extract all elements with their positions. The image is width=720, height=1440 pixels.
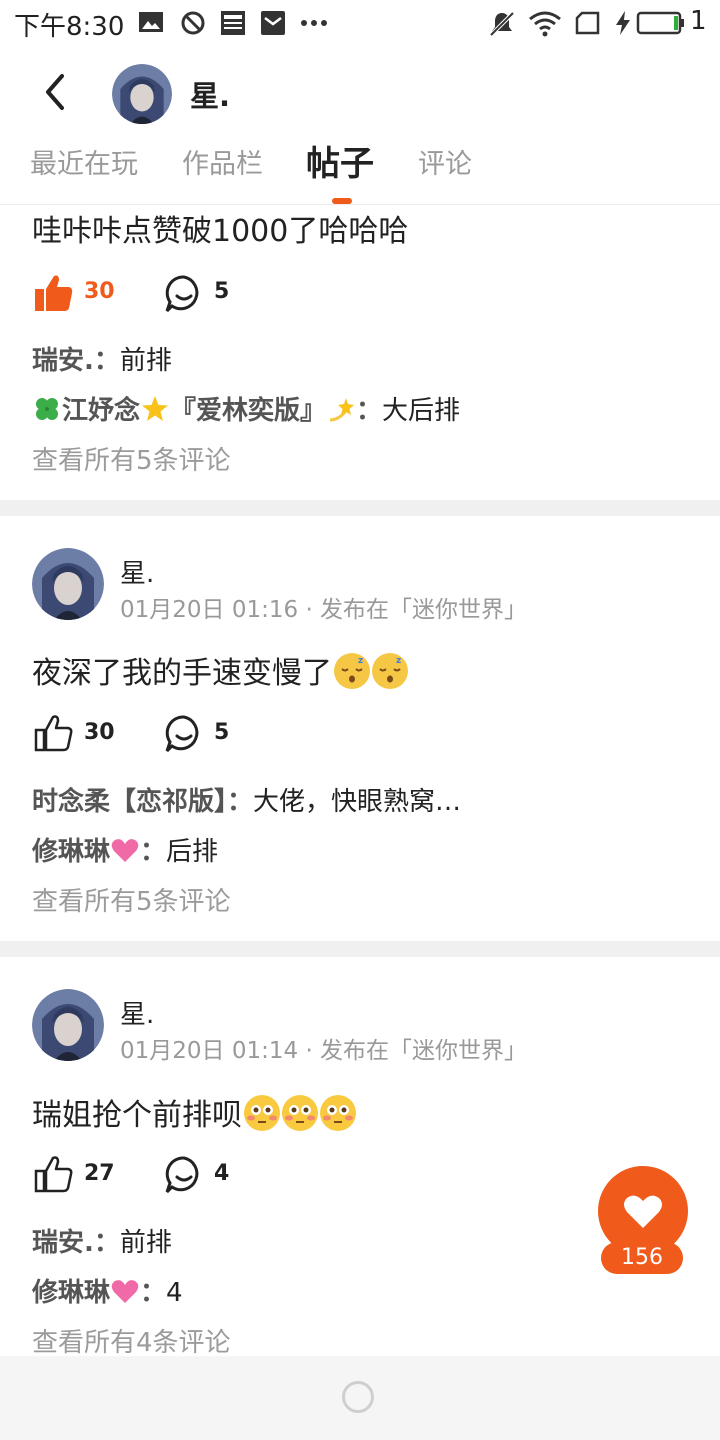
tab-bar: 最近在玩 作品栏 帖子 评论 bbox=[0, 136, 720, 205]
comment-separator: ： bbox=[140, 1278, 167, 1308]
post-meta: 01月20日 01:14 · 发布在「迷你世界」 bbox=[120, 1038, 528, 1064]
comment-item[interactable]: 修琳琳 ：后排 bbox=[32, 831, 218, 868]
avatar[interactable] bbox=[112, 64, 172, 124]
image-icon bbox=[139, 12, 163, 32]
comment-author: 江妤念 bbox=[62, 396, 141, 426]
star-icon bbox=[142, 396, 169, 421]
comment-text: 4 bbox=[166, 1278, 183, 1308]
comment-item[interactable]: 瑞安.：前排 bbox=[32, 1222, 172, 1259]
comment-separator: ： bbox=[140, 837, 167, 867]
flushed-face-icon bbox=[282, 1095, 318, 1131]
comment-author: 修琳琳 bbox=[32, 1278, 111, 1308]
view-all-comments[interactable]: 查看所有4条评论 bbox=[32, 1322, 231, 1359]
comment-separator: ： bbox=[93, 1228, 120, 1258]
comment-author-suffix: 『爱林奕版』 bbox=[170, 396, 327, 426]
comment-separator: ： bbox=[93, 346, 120, 376]
home-button[interactable] bbox=[342, 1381, 374, 1413]
tab-posts[interactable]: 帖子 bbox=[306, 136, 374, 185]
comment-text: 大佬，快眼熟窝… bbox=[253, 787, 462, 817]
active-tab-indicator bbox=[332, 198, 352, 204]
comment-icon[interactable] bbox=[164, 1155, 204, 1195]
avatar[interactable] bbox=[32, 548, 104, 620]
section-divider bbox=[0, 500, 720, 516]
status-time: 下午8:30 bbox=[14, 12, 125, 42]
sparkling-heart-icon bbox=[111, 839, 139, 862]
post-meta: 01月20日 01:16 · 发布在「迷你世界」 bbox=[120, 597, 528, 623]
comment-count: 5 bbox=[214, 720, 230, 745]
flushed-face-icon bbox=[320, 1095, 356, 1131]
sleeping-face-icon: z bbox=[372, 653, 408, 689]
comment-author: 修琳琳 bbox=[32, 837, 111, 867]
wifi-icon bbox=[529, 11, 561, 37]
avatar[interactable] bbox=[32, 989, 104, 1061]
post-username[interactable]: 星. bbox=[120, 553, 154, 590]
comment-count: 4 bbox=[214, 1161, 230, 1186]
sparkling-heart-icon bbox=[111, 1280, 139, 1303]
view-all-comments[interactable]: 查看所有5条评论 bbox=[32, 440, 231, 477]
comment-separator: ： bbox=[356, 396, 383, 426]
sleeping-face-icon: z bbox=[334, 653, 370, 689]
comment-item[interactable]: 时念柔【恋祁版】：大佬，快眼熟窝… bbox=[32, 781, 461, 818]
like-icon[interactable] bbox=[34, 714, 74, 752]
sim-icon bbox=[575, 11, 600, 35]
svg-text:z: z bbox=[358, 656, 363, 666]
mail-icon bbox=[261, 11, 285, 35]
charging-icon bbox=[616, 11, 630, 35]
block-icon bbox=[181, 11, 205, 35]
clover-icon bbox=[36, 398, 58, 420]
more-icon bbox=[301, 20, 327, 26]
post-text-content: 瑞姐抢个前排呗 bbox=[32, 1098, 242, 1133]
comment-text: 前排 bbox=[119, 1228, 172, 1258]
mute-icon bbox=[489, 11, 515, 37]
header-username: 星. bbox=[190, 79, 231, 113]
comment-separator: ： bbox=[227, 787, 254, 817]
comment-text: 大后排 bbox=[382, 396, 461, 426]
tab-comments[interactable]: 评论 bbox=[418, 142, 472, 181]
battery-icon bbox=[636, 11, 684, 35]
comment-icon[interactable] bbox=[164, 714, 204, 754]
tab-recent-play[interactable]: 最近在玩 bbox=[30, 142, 138, 181]
post-username[interactable]: 星. bbox=[120, 994, 154, 1031]
tab-works[interactable]: 作品栏 bbox=[182, 142, 263, 181]
view-all-comments[interactable]: 查看所有5条评论 bbox=[32, 881, 231, 918]
comment-author: 瑞安. bbox=[32, 1228, 94, 1258]
post-text-content: 夜深了我的手速变慢了 bbox=[32, 656, 332, 691]
post-text: 瑞姐抢个前排呗 bbox=[32, 1090, 356, 1134]
like-count: 30 bbox=[84, 279, 115, 304]
comment-item[interactable]: 江妤念 『爱林奕版』 ：大后排 bbox=[32, 390, 460, 427]
dizzy-star-icon bbox=[329, 398, 355, 422]
comment-text: 后排 bbox=[166, 837, 219, 867]
post-text: 哇咔咔点赞破1000了哈哈哈 bbox=[32, 214, 409, 249]
comment-author: 时念柔【恋祁版】 bbox=[32, 787, 228, 817]
section-divider bbox=[0, 941, 720, 957]
comment-icon[interactable] bbox=[164, 274, 204, 314]
like-total-badge: 156 bbox=[601, 1242, 683, 1274]
news-icon bbox=[221, 11, 245, 35]
like-count: 27 bbox=[84, 1161, 115, 1186]
post-text: 夜深了我的手速变慢了 z z bbox=[32, 648, 408, 692]
comment-text: 前排 bbox=[119, 346, 172, 376]
like-icon[interactable] bbox=[34, 1155, 74, 1193]
comment-item[interactable]: 瑞安.：前排 bbox=[32, 340, 172, 377]
like-count: 30 bbox=[84, 720, 115, 745]
svg-text:z: z bbox=[396, 656, 401, 666]
like-icon[interactable] bbox=[34, 274, 74, 312]
comment-author: 瑞安. bbox=[32, 346, 94, 376]
status-bar: 下午8:30 1 bbox=[0, 0, 720, 46]
back-button[interactable] bbox=[40, 72, 72, 112]
battery-level: 1 bbox=[690, 6, 707, 36]
flushed-face-icon bbox=[244, 1095, 280, 1131]
comment-item[interactable]: 修琳琳 ：4 bbox=[32, 1272, 183, 1309]
comment-count: 5 bbox=[214, 279, 230, 304]
